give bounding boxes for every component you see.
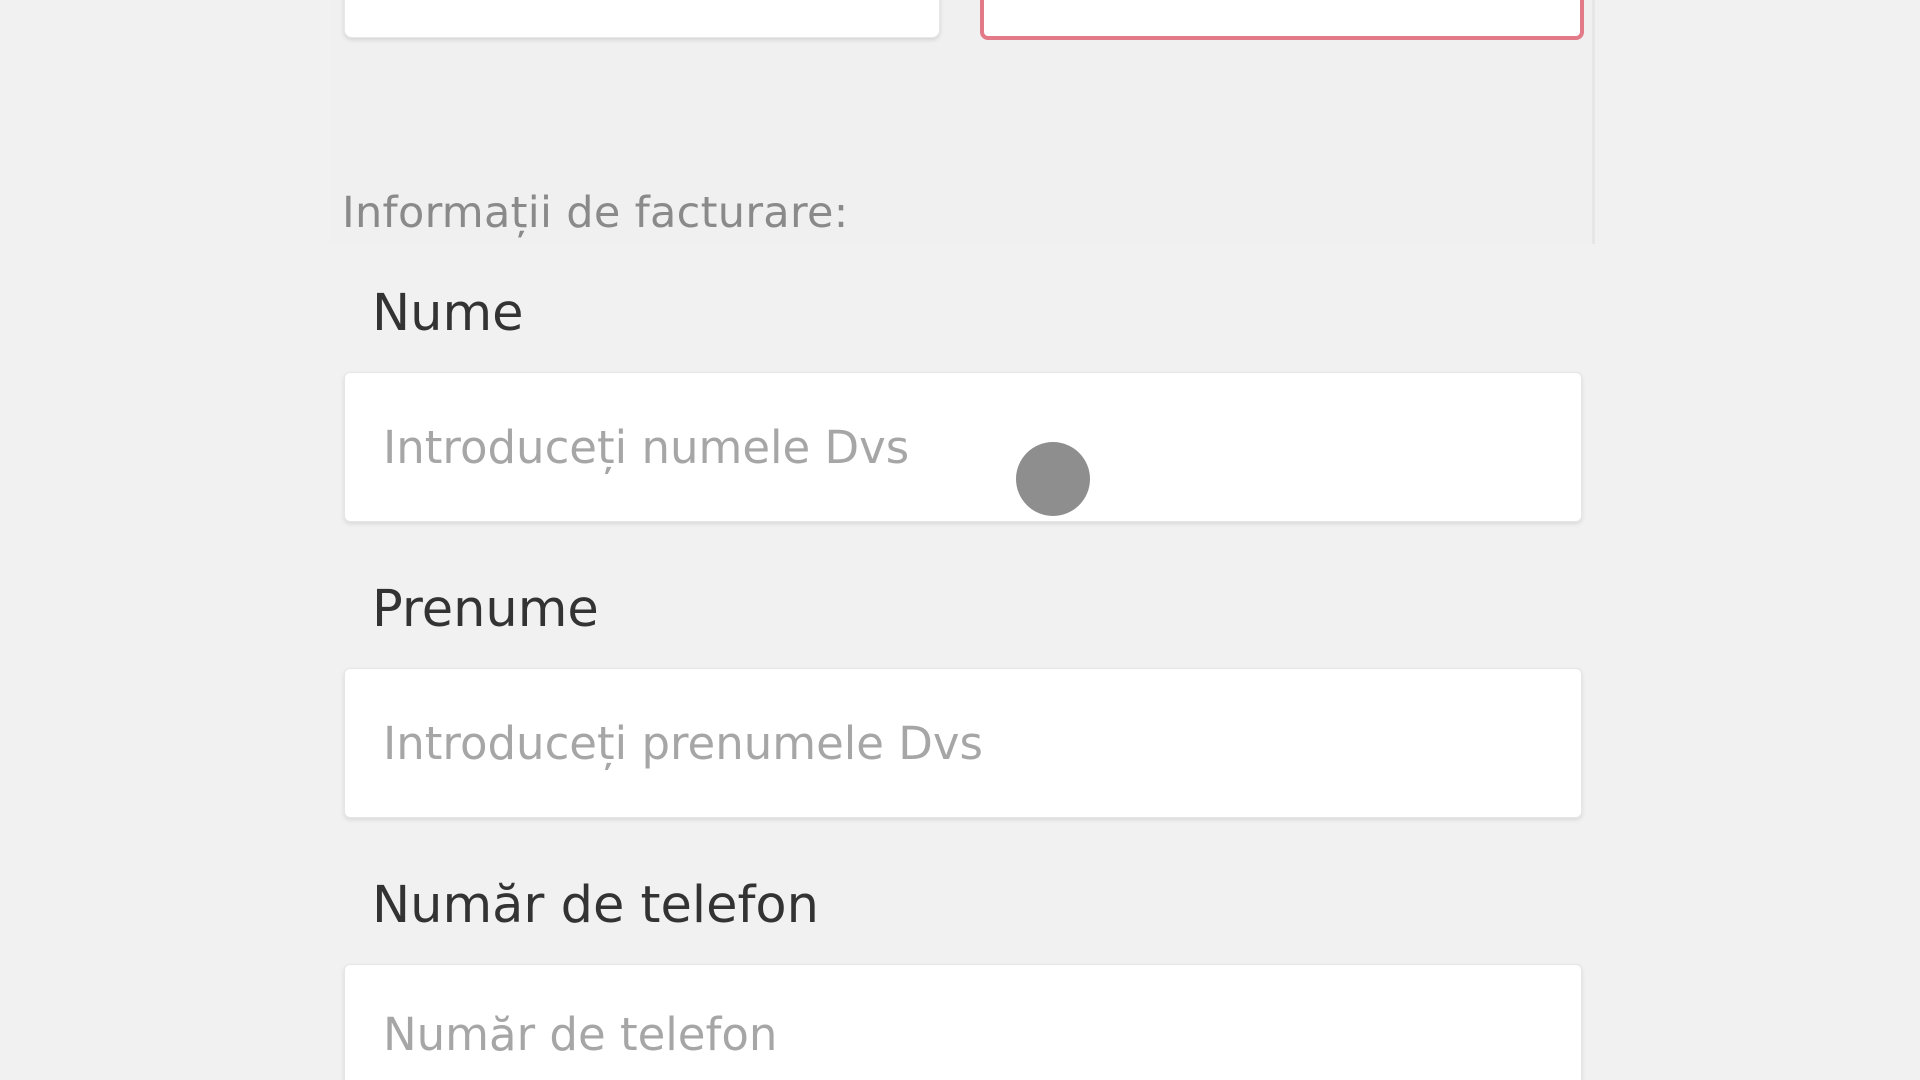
billing-info-heading: Informații de facturare: xyxy=(342,188,849,238)
first-name-input[interactable] xyxy=(344,668,1582,818)
phone-number-input[interactable] xyxy=(344,964,1582,1080)
last-name-input[interactable] xyxy=(344,372,1582,522)
last-name-label: Nume xyxy=(372,284,524,343)
previous-input-left[interactable] xyxy=(344,0,940,38)
phone-number-label: Număr de telefon xyxy=(372,876,819,935)
touch-indicator xyxy=(1016,442,1090,516)
previous-input-right-error[interactable] xyxy=(980,0,1584,40)
first-name-label: Prenume xyxy=(372,580,599,639)
billing-form-page: Informații de facturare: Nume Prenume Nu… xyxy=(0,0,1920,1080)
